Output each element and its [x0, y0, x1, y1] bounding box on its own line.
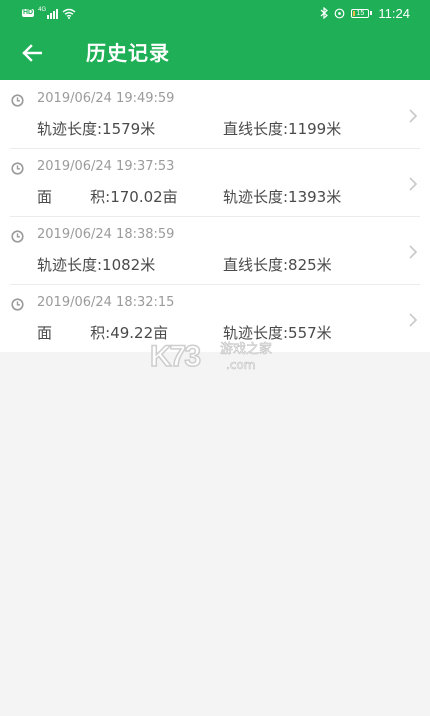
location-icon	[334, 8, 345, 19]
record-field-2: 直线长度:825米	[223, 256, 332, 274]
watermark-brand: K73	[149, 339, 202, 374]
wifi-icon	[62, 8, 76, 19]
chevron-right-icon	[408, 244, 418, 260]
clock-icon	[11, 296, 24, 311]
record-field-1: 轨迹长度:1579米	[37, 120, 156, 138]
record-field-1: 轨迹长度:1082米	[37, 256, 156, 274]
status-right: 15 11:24	[320, 5, 410, 21]
watermark-domain: .com	[226, 358, 256, 373]
record-field-1: 面 积:49.22亩	[37, 324, 169, 342]
bluetooth-icon	[320, 6, 329, 20]
clock-icon	[11, 92, 24, 107]
network-label: 4G	[38, 7, 47, 13]
watermark-logo: K73 游戏之家 .com	[149, 339, 280, 374]
history-item[interactable]: 2019/06/24 19:37:53 面 积:170.02亩 轨迹长度:139…	[0, 148, 430, 216]
watermark-site-name: 游戏之家	[220, 342, 273, 358]
chevron-right-icon	[408, 176, 418, 192]
battery-level: 15	[356, 9, 365, 17]
clock-time: 11:24	[378, 5, 410, 21]
record-timestamp: 2019/06/24 18:32:15	[37, 295, 175, 310]
record-field-1: 面 积:170.02亩	[37, 188, 178, 206]
chevron-right-icon	[408, 312, 418, 328]
clock-icon	[11, 228, 24, 243]
history-item[interactable]: 2019/06/24 18:38:59 轨迹长度:1082米 直线长度:825米	[0, 216, 430, 284]
app-bar: 历史记录	[0, 26, 430, 80]
hd-badge: HD	[22, 9, 35, 17]
record-timestamp: 2019/06/24 19:49:59	[37, 91, 175, 106]
history-list: 2019/06/24 19:49:59 轨迹长度:1579米 直线长度:1199…	[0, 80, 430, 352]
record-timestamp: 2019/06/24 18:38:59	[37, 227, 175, 242]
arrow-left-icon	[22, 44, 43, 62]
record-field-2: 轨迹长度:1393米	[223, 188, 342, 206]
record-timestamp: 2019/06/24 19:37:53	[37, 159, 175, 174]
status-left: HD 4G	[22, 7, 76, 19]
history-item[interactable]: 2019/06/24 19:49:59 轨迹长度:1579米 直线长度:1199…	[0, 80, 430, 148]
record-field-2: 直线长度:1199米	[223, 120, 342, 138]
chevron-right-icon	[408, 108, 418, 124]
battery-icon: 15	[351, 8, 373, 18]
back-button[interactable]	[14, 36, 50, 70]
4g-signal-icon: 4G	[38, 7, 59, 19]
clock-icon	[11, 160, 24, 175]
status-bar: HD 4G 15 11:24	[0, 0, 430, 26]
page-title: 历史记录	[86, 41, 170, 65]
